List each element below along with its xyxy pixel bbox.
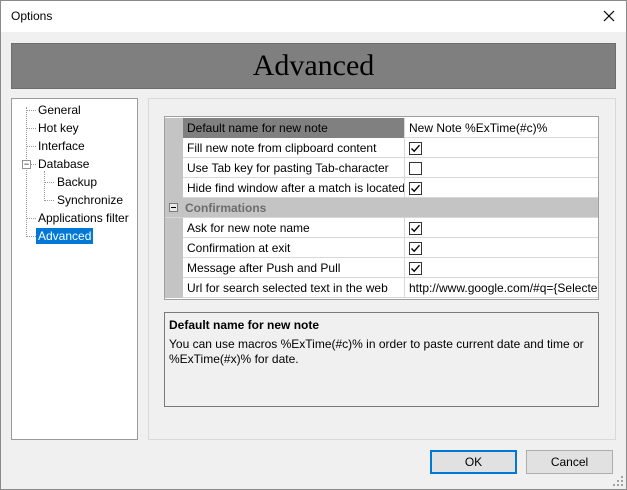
checkmark-icon	[411, 144, 421, 153]
property-name: Default name for new note	[183, 118, 405, 138]
tree-item-database[interactable]: Database	[36, 156, 91, 172]
property-name: Ask for new note name	[183, 218, 405, 238]
collapse-database-icon[interactable]: −	[22, 160, 31, 169]
ok-button[interactable]: OK	[430, 450, 517, 474]
property-name: Confirmation at exit	[183, 238, 405, 258]
grid-row-fill-from-clipboard[interactable]: Fill new note from clipboard content	[165, 138, 598, 158]
property-grid[interactable]: Default name for new note New Note %ExTi…	[164, 116, 599, 300]
search-url-value[interactable]: http://www.google.com/#q={Selected text}	[405, 278, 598, 298]
tree-line	[26, 110, 36, 111]
row-gutter	[165, 278, 183, 298]
row-gutter	[165, 158, 183, 178]
collapse-category-icon[interactable]	[169, 203, 178, 212]
ask-note-name-checkbox[interactable]	[409, 222, 422, 235]
section-title: Advanced	[252, 49, 375, 82]
property-name: Fill new note from clipboard content	[183, 138, 405, 158]
category-tree[interactable]: − General Hot key Interface Database Bac…	[11, 98, 138, 440]
tree-item-backup[interactable]: Backup	[55, 174, 99, 190]
grid-category-confirmations[interactable]: Confirmations	[165, 198, 598, 218]
grid-row-push-pull-message[interactable]: Message after Push and Pull	[165, 258, 598, 278]
tree-line	[44, 171, 45, 201]
property-name: Url for search selected text in the web	[183, 278, 405, 298]
grid-row-default-name[interactable]: Default name for new note New Note %ExTi…	[165, 118, 598, 138]
checkmark-icon	[411, 224, 421, 233]
tree-line	[44, 182, 54, 183]
title-bar: Options	[1, 1, 626, 32]
tab-key-checkbox[interactable]	[409, 162, 422, 175]
row-gutter	[165, 218, 183, 238]
grid-row-ask-note-name[interactable]: Ask for new note name	[165, 218, 598, 238]
row-gutter	[165, 258, 183, 278]
tree-line	[26, 236, 36, 237]
property-name: Message after Push and Pull	[183, 258, 405, 278]
description-text: You can use macros %ExTime(#c)% in order…	[169, 337, 584, 366]
close-icon	[603, 10, 615, 22]
row-gutter	[165, 178, 183, 198]
section-banner: Advanced	[11, 43, 616, 89]
grid-row-confirm-exit[interactable]: Confirmation at exit	[165, 238, 598, 258]
push-pull-message-checkbox[interactable]	[409, 262, 422, 275]
grid-row-search-url[interactable]: Url for search selected text in the web …	[165, 278, 598, 298]
tree-item-hot-key[interactable]: Hot key	[36, 120, 81, 136]
tree-item-synchronize[interactable]: Synchronize	[55, 192, 125, 208]
row-gutter	[165, 238, 183, 258]
checkmark-icon	[411, 244, 421, 253]
tree-item-interface[interactable]: Interface	[36, 138, 87, 154]
description-title: Default name for new note	[169, 318, 320, 332]
row-gutter	[165, 138, 183, 158]
property-name: Hide find window after a match is locate…	[183, 178, 405, 198]
fill-from-clipboard-checkbox[interactable]	[409, 142, 422, 155]
checkmark-icon	[411, 184, 421, 193]
tree-line	[26, 218, 36, 219]
tree-line	[26, 128, 36, 129]
tree-line	[26, 146, 36, 147]
tree-line	[44, 200, 54, 201]
close-button[interactable]	[592, 1, 626, 31]
property-name: Use Tab key for pasting Tab-character	[183, 158, 405, 178]
options-window: Options Advanced − General Hot key Inter…	[0, 0, 627, 490]
default-name-value[interactable]: New Note %ExTime(#c)%	[405, 118, 598, 138]
row-gutter	[165, 118, 183, 138]
tree-item-advanced[interactable]: Advanced	[36, 228, 94, 244]
grid-row-tab-key[interactable]: Use Tab key for pasting Tab-character	[165, 158, 598, 178]
window-title: Options	[11, 9, 53, 23]
description-pane: Default name for new note You can use ma…	[164, 312, 599, 407]
hide-find-window-checkbox[interactable]	[409, 182, 422, 195]
grid-row-hide-find-window[interactable]: Hide find window after a match is locate…	[165, 178, 598, 198]
tree-item-general[interactable]: General	[36, 102, 83, 118]
category-label: Confirmations	[185, 201, 267, 215]
cancel-button[interactable]: Cancel	[526, 450, 613, 474]
checkmark-icon	[411, 264, 421, 273]
tree-item-applications-filter[interactable]: Applications filter	[36, 210, 131, 226]
confirm-exit-checkbox[interactable]	[409, 242, 422, 255]
resize-grip-icon[interactable]	[612, 475, 624, 487]
